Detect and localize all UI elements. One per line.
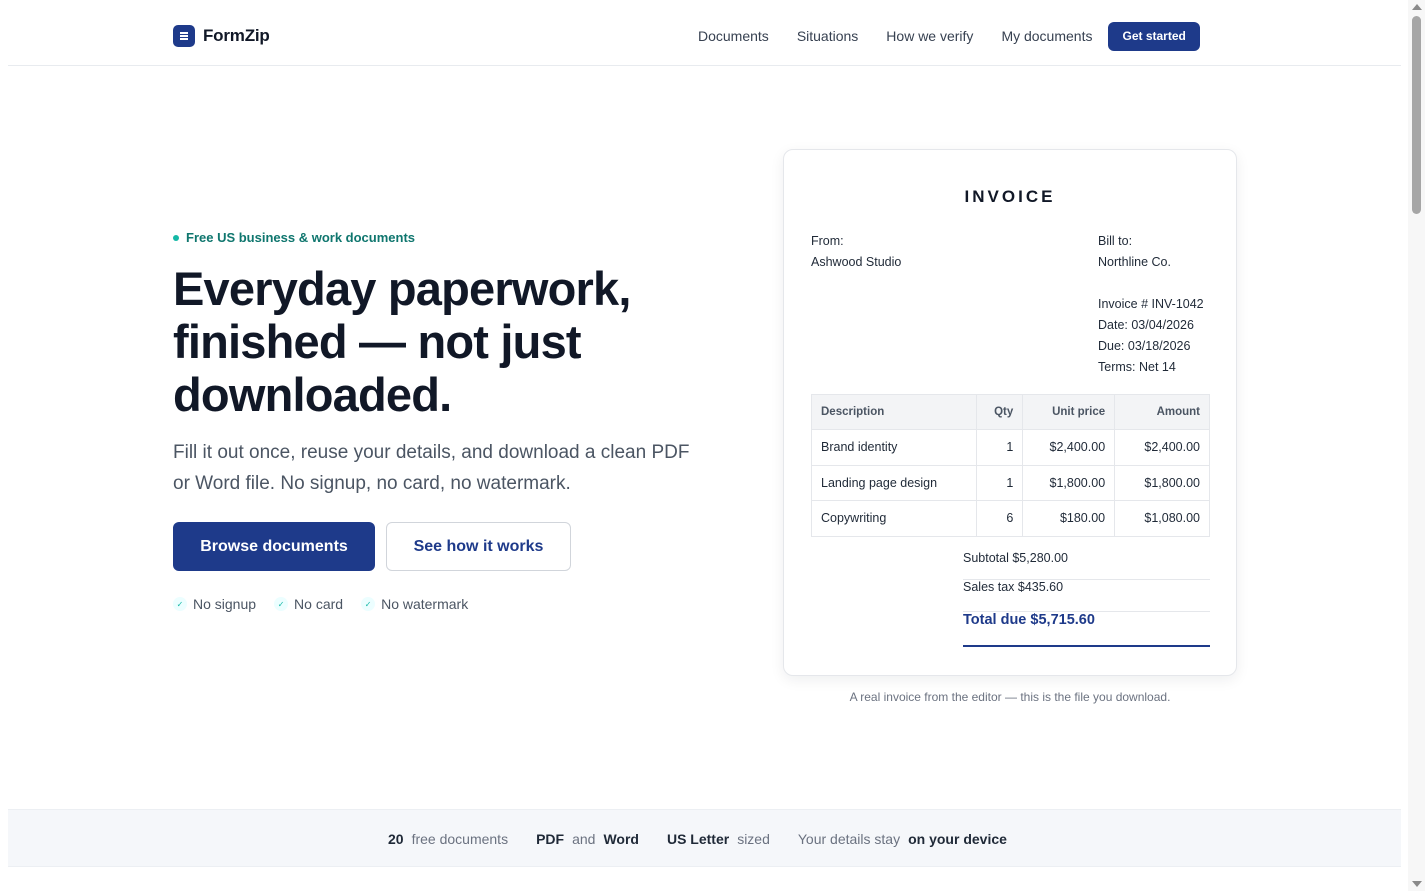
subtotal-label: Subtotal bbox=[963, 551, 1009, 565]
site-header: FormZip Documents Situations How we veri… bbox=[8, 0, 1401, 66]
col-header-unit-price: Unit price bbox=[1022, 394, 1116, 430]
bill-to-name: Northline Co. bbox=[1098, 255, 1171, 269]
page: FormZip Documents Situations How we veri… bbox=[8, 0, 1401, 891]
cell-description: Landing page design bbox=[810, 464, 978, 501]
stat-item: 20 free documents bbox=[388, 831, 508, 847]
table-header-row: Description Qty Unit price Amount bbox=[810, 394, 1210, 430]
hero-badge: Free US business & work documents bbox=[173, 230, 415, 245]
stat-value: PDF bbox=[536, 831, 565, 847]
table-row: Brand identity 1 $2,400.00 $2,400.00 bbox=[810, 429, 1210, 466]
check-item: ✓ No signup bbox=[173, 596, 256, 612]
checkmark-icon: ✓ bbox=[173, 597, 187, 611]
vertical-scrollbar[interactable] bbox=[1408, 0, 1425, 891]
cell-qty: 1 bbox=[976, 464, 1024, 501]
invoice-date: Date: 03/04/2026 bbox=[1098, 318, 1194, 332]
document-lines-icon bbox=[173, 25, 195, 47]
col-header-qty: Qty bbox=[976, 394, 1024, 430]
cell-unit-price: $2,400.00 bbox=[1022, 429, 1116, 466]
invoice-terms: Terms: Net 14 bbox=[1098, 360, 1176, 374]
stat-value: Word bbox=[603, 831, 639, 847]
brand-name: FormZip bbox=[203, 26, 270, 45]
stat-value: US Letter bbox=[666, 831, 730, 847]
invoice-preview-card: INVOICE From: Ashwood Studio Bill to: No… bbox=[783, 149, 1237, 676]
stat-item: Your details stay on your device bbox=[798, 831, 1007, 847]
cell-amount: $1,080.00 bbox=[1114, 500, 1210, 537]
nav-my-documents[interactable]: My documents bbox=[1001, 22, 1092, 51]
total-due-value: $5,715.60 bbox=[1030, 612, 1095, 628]
check-item: ✓ No watermark bbox=[361, 596, 468, 612]
stat-text: Your details stay bbox=[797, 831, 901, 847]
brand-logo[interactable]: FormZip bbox=[173, 25, 270, 47]
nav-how-we-verify[interactable]: How we verify bbox=[886, 22, 973, 51]
headline-line-2: finished — not just bbox=[173, 315, 582, 368]
invoice-title: INVOICE bbox=[964, 187, 1056, 206]
sales-tax-value: $435.60 bbox=[1017, 580, 1064, 594]
check-item: ✓ No card bbox=[274, 596, 343, 612]
table-row: Landing page design 1 $1,800.00 $1,800.0… bbox=[810, 464, 1210, 501]
get-started-button[interactable]: Get started bbox=[1108, 22, 1200, 51]
sales-tax-label: Sales tax bbox=[963, 580, 1015, 594]
cell-amount: $2,400.00 bbox=[1114, 429, 1210, 466]
hero-headline: Everyday paperwork, finished — not just … bbox=[173, 262, 733, 421]
from-label: From: bbox=[811, 234, 844, 248]
invoice-caption: A real invoice from the editor — this is… bbox=[849, 690, 1171, 704]
from-name: Ashwood Studio bbox=[811, 255, 902, 269]
browse-documents-button[interactable]: Browse documents bbox=[173, 522, 375, 571]
cell-unit-price: $1,800.00 bbox=[1022, 464, 1116, 501]
check-label: No signup bbox=[193, 596, 257, 612]
stat-item: PDF and Word bbox=[536, 831, 639, 847]
nav-situations[interactable]: Situations bbox=[797, 22, 858, 51]
check-label: No card bbox=[294, 596, 344, 612]
nav-documents[interactable]: Documents bbox=[698, 22, 769, 51]
total-due-row: Total due $5,715.60 bbox=[963, 612, 1210, 647]
subtotal-value: $5,280.00 bbox=[1012, 551, 1068, 565]
bill-to-label: Bill to: bbox=[1098, 234, 1133, 248]
cell-amount: $1,800.00 bbox=[1114, 464, 1210, 501]
total-due-label: Total due bbox=[963, 612, 1027, 628]
line-items-table: Description Qty Unit price Amount Brand … bbox=[810, 394, 1210, 537]
cell-qty: 1 bbox=[976, 429, 1024, 466]
checkmark-icon: ✓ bbox=[274, 597, 289, 611]
stat-text: sized bbox=[737, 831, 770, 847]
subheading-line-2: or Word file. No signup, no card, no wat… bbox=[173, 473, 571, 494]
subheading-line-1: Fill it out once, reuse your details, an… bbox=[173, 442, 690, 463]
scroll-up-icon[interactable] bbox=[1412, 4, 1422, 10]
see-how-it-works-button[interactable]: See how it works bbox=[386, 522, 571, 571]
invoice-bill-to: Bill to: Northline Co. bbox=[1098, 231, 1171, 273]
col-header-description: Description bbox=[810, 394, 978, 430]
check-label: No watermark bbox=[381, 596, 469, 612]
headline-line-3: downloaded. bbox=[173, 368, 452, 421]
scrollbar-thumb[interactable] bbox=[1412, 16, 1421, 214]
dot-icon bbox=[173, 234, 179, 241]
col-header-amount: Amount bbox=[1114, 394, 1210, 430]
invoice-number: Invoice # INV-1042 bbox=[1098, 297, 1204, 311]
headline-line-1: Everyday paperwork, bbox=[173, 262, 631, 315]
stat-text: and bbox=[572, 831, 596, 847]
hero-badge-text: Free US business & work documents bbox=[186, 230, 416, 245]
sales-tax-row: Sales tax $435.60 bbox=[963, 580, 1210, 612]
subtotal-row: Subtotal $5,280.00 bbox=[963, 551, 1210, 580]
invoice-due: Due: 03/18/2026 bbox=[1098, 339, 1191, 353]
cell-description: Brand identity bbox=[810, 429, 978, 466]
cell-description: Copywriting bbox=[810, 500, 978, 537]
hero-subheading: Fill it out once, reuse your details, an… bbox=[173, 437, 733, 499]
main-nav: Documents Situations How we verify My do… bbox=[698, 22, 1200, 51]
stat-value: 20 bbox=[388, 831, 404, 847]
stats-band: 20 free documents PDF and Word US Letter… bbox=[8, 809, 1401, 867]
invoice-from: From: Ashwood Studio bbox=[811, 231, 901, 273]
invoice-meta: Invoice # INV-1042 Date: 03/04/2026 Due:… bbox=[1098, 294, 1204, 378]
cell-qty: 6 bbox=[976, 500, 1024, 537]
scroll-down-icon[interactable] bbox=[1412, 881, 1422, 887]
stat-value: on your device bbox=[908, 831, 1007, 847]
cell-unit-price: $180.00 bbox=[1022, 500, 1116, 537]
stat-item: US Letter sized bbox=[667, 831, 770, 847]
benefit-checks: ✓ No signup ✓ No card ✓ No watermark bbox=[173, 596, 468, 612]
checkmark-icon: ✓ bbox=[361, 597, 376, 611]
table-row: Copywriting 6 $180.00 $1,080.00 bbox=[810, 500, 1210, 537]
stats-list: 20 free documents PDF and Word US Letter… bbox=[388, 831, 1035, 847]
stat-text: free documents bbox=[411, 831, 509, 847]
